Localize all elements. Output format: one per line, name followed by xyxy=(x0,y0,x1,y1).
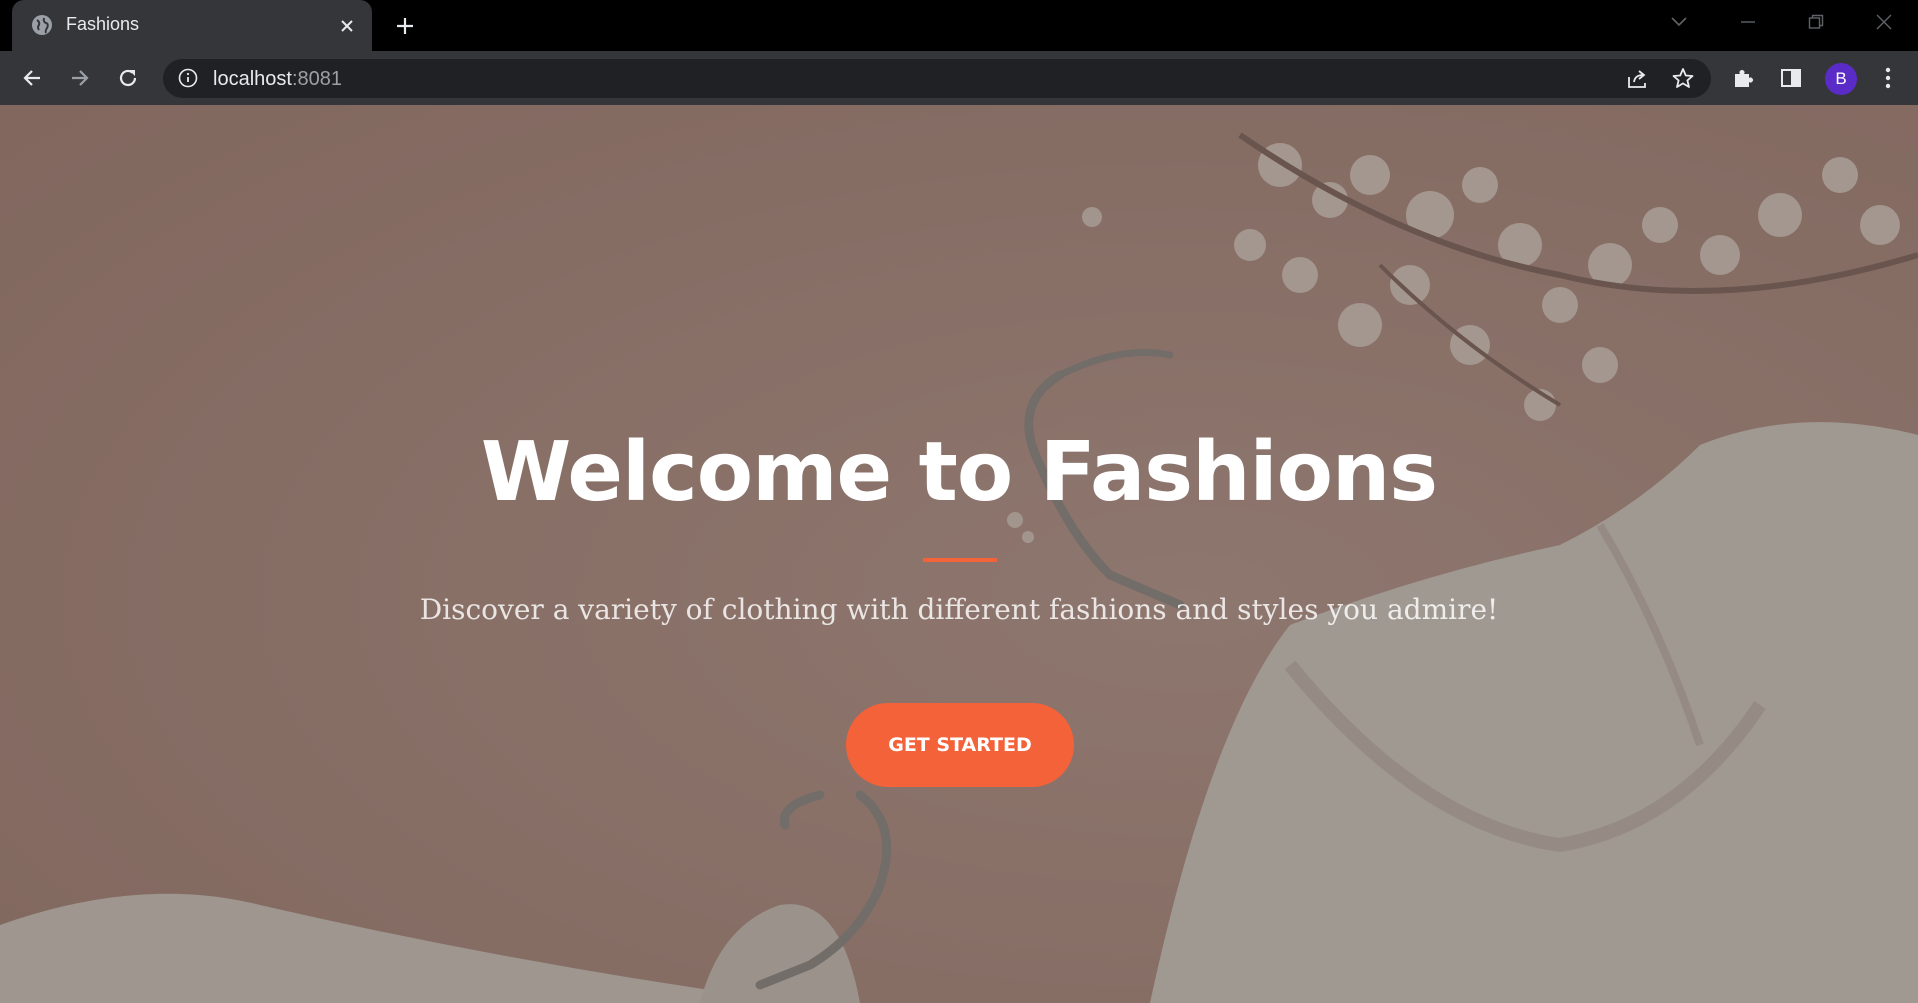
url-port: :8081 xyxy=(291,68,342,90)
reload-icon[interactable] xyxy=(112,62,144,94)
hero-title: Welcome to Fashions xyxy=(480,425,1438,520)
minimize-icon[interactable] xyxy=(1730,8,1766,36)
restore-icon[interactable] xyxy=(1798,8,1834,36)
new-tab-icon[interactable] xyxy=(390,11,420,41)
bookmark-star-icon[interactable] xyxy=(1669,65,1697,93)
profile-avatar[interactable]: B xyxy=(1825,63,1857,95)
back-icon[interactable] xyxy=(16,62,48,94)
more-menu-icon[interactable] xyxy=(1872,62,1904,94)
browser-toolbar: localhost:8081 B xyxy=(0,51,1918,105)
side-panel-icon[interactable] xyxy=(1775,62,1807,94)
globe-icon xyxy=(32,15,52,35)
get-started-button[interactable]: GET STARTED xyxy=(846,703,1074,787)
hero-subtitle: Discover a variety of clothing with diff… xyxy=(419,593,1499,626)
tab-title: Fashions xyxy=(66,14,140,34)
close-tab-icon[interactable] xyxy=(334,13,360,39)
page-viewport: Welcome to Fashions Discover a variety o… xyxy=(0,105,1918,1003)
hero-section: Welcome to Fashions Discover a variety o… xyxy=(0,105,1918,1003)
forward-icon[interactable] xyxy=(64,62,96,94)
site-info-icon[interactable] xyxy=(177,67,199,89)
url-host: localhost xyxy=(213,68,292,90)
address-bar[interactable]: localhost:8081 xyxy=(163,59,1711,98)
url-text[interactable]: localhost:8081 xyxy=(213,68,342,91)
browser-titlebar: Fashions xyxy=(0,0,1918,51)
browser-tab[interactable]: Fashions xyxy=(12,0,372,51)
share-icon[interactable] xyxy=(1623,65,1651,93)
extensions-puzzle-icon[interactable] xyxy=(1727,62,1759,94)
hero-divider xyxy=(923,558,997,562)
close-window-icon[interactable] xyxy=(1866,8,1902,36)
tab-search-icon[interactable] xyxy=(1661,8,1697,36)
